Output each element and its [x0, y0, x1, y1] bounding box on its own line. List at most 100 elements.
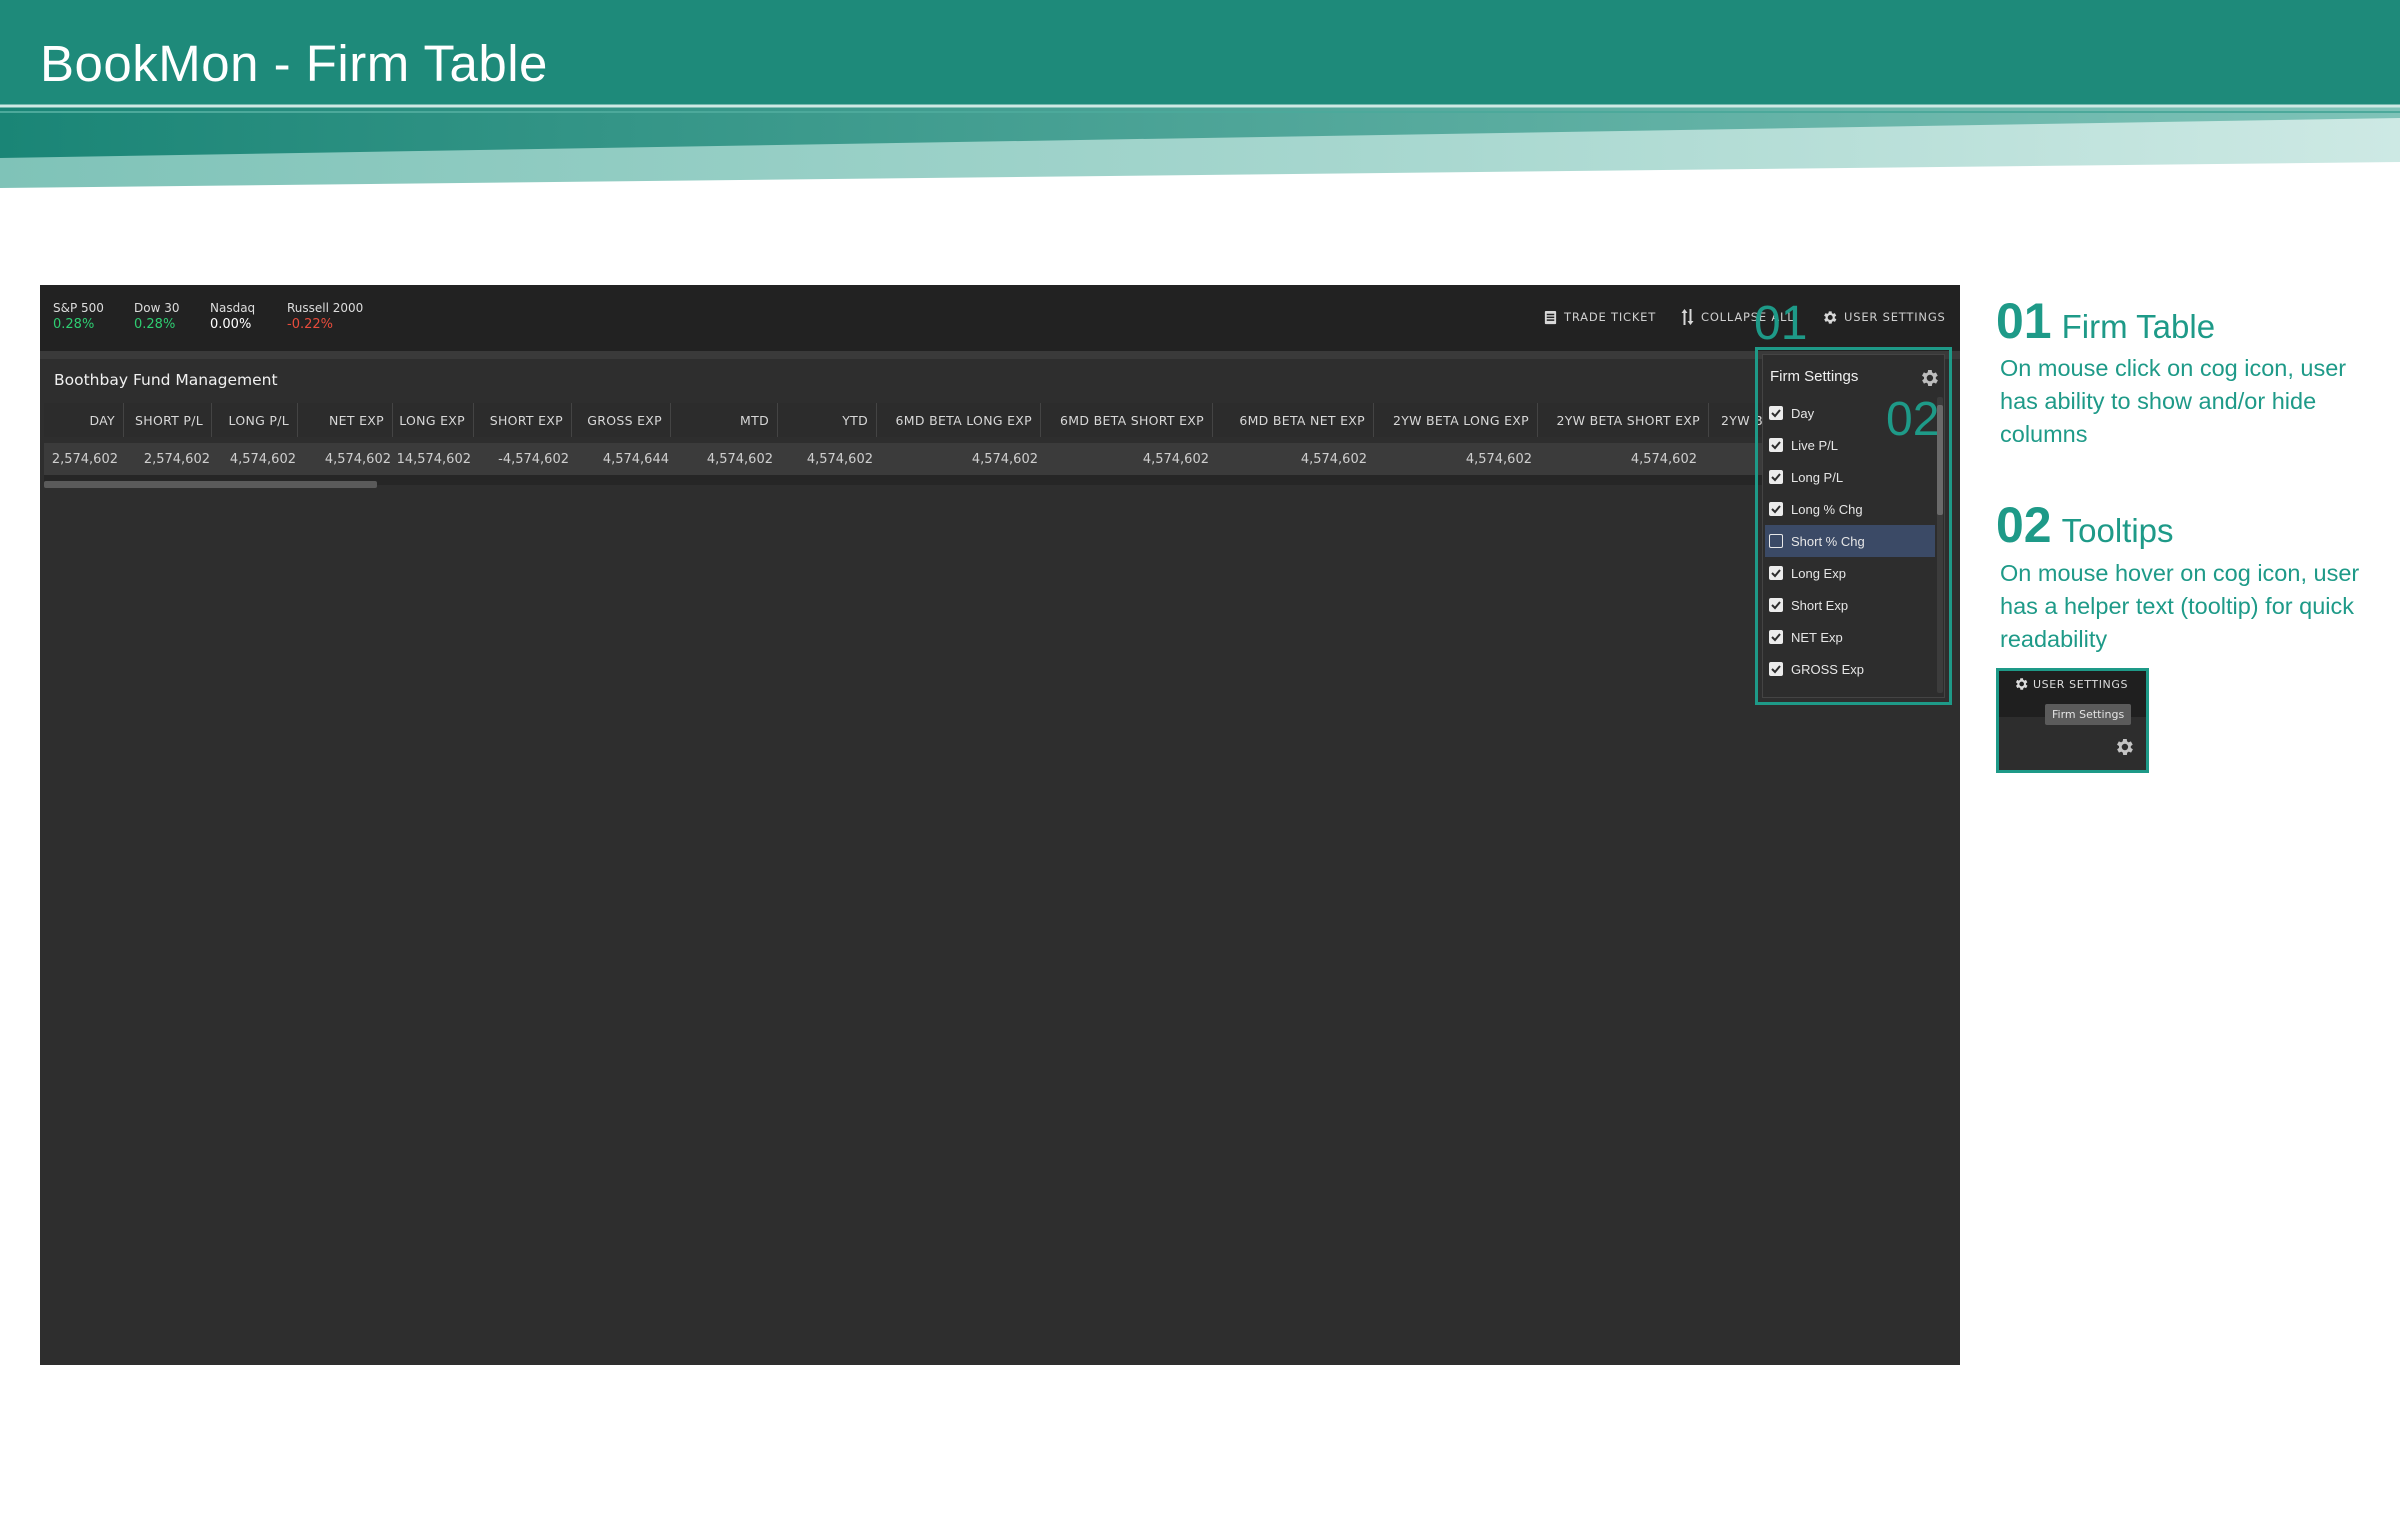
fund-name: Boothbay Fund Management	[54, 371, 278, 389]
column-toggle-net-exp[interactable]: NET Exp	[1765, 621, 1935, 653]
column-header[interactable]: 6MD BETA LONG EXP	[877, 403, 1041, 437]
market-toolbar: S&P 500 0.28% Dow 30 0.28% Nasdaq 0.00% …	[40, 285, 1960, 351]
check-icon	[1771, 473, 1781, 482]
checkbox[interactable]	[1769, 566, 1783, 580]
ticker-nasdaq: Nasdaq 0.00%	[210, 300, 255, 334]
app-window: S&P 500 0.28% Dow 30 0.28% Nasdaq 0.00% …	[40, 285, 1960, 1365]
page-title: BookMon - Firm Table	[40, 35, 548, 92]
table-cell: -4,574,602	[498, 451, 569, 467]
toolbar-divider	[40, 351, 1960, 359]
column-toggle-short-exp[interactable]: Short Exp	[1765, 589, 1935, 621]
note-title: Tooltips	[2061, 512, 2174, 549]
horizontal-scrollbar[interactable]	[44, 481, 377, 488]
note-body-01: On mouse click on cog icon, user has abi…	[2000, 355, 2347, 447]
ticker-name: Russell 2000	[287, 301, 364, 315]
page: BookMon - Firm Table S&P 500 0.28% Dow 3…	[0, 0, 2400, 1536]
column-header[interactable]: 2YW BETA LONG EXP	[1374, 403, 1538, 437]
toggle-label: Live P/L	[1791, 437, 1838, 453]
callout-01: 01	[1754, 297, 1808, 350]
check-icon	[1771, 505, 1781, 514]
column-toggle-long-pct-chg[interactable]: Long % Chg	[1765, 493, 1935, 525]
ticker-russell2000: Russell 2000 -0.22%	[287, 300, 363, 334]
table-cell: 4,574,602	[324, 451, 391, 467]
checkbox[interactable]	[1769, 598, 1783, 612]
toggle-label: Long % Chg	[1791, 501, 1863, 517]
toggle-label: Long Exp	[1791, 565, 1846, 581]
table-header: DAY SHORT P/L LONG P/L NET EXP LONG EXP …	[44, 403, 1789, 437]
collapse-icon	[1681, 309, 1694, 325]
checkbox[interactable]	[1769, 438, 1783, 452]
trade-ticket-button[interactable]: TRADE TICKET	[1543, 307, 1656, 327]
ticker-dow30: Dow 30 0.28%	[134, 300, 179, 334]
trade-ticket-label: TRADE TICKET	[1564, 310, 1657, 324]
table-cell: 4,574,602	[229, 451, 296, 467]
checkbox[interactable]	[1769, 406, 1783, 420]
checkbox[interactable]	[1769, 502, 1783, 516]
table-cell: 4,574,602	[971, 451, 1038, 467]
ticker-name: Dow 30	[134, 301, 180, 315]
ticker-value: 0.28%	[134, 317, 176, 332]
toggle-label: Short Exp	[1791, 597, 1849, 613]
table-cell: 4,574,644	[602, 451, 669, 467]
toggle-label: Day	[1791, 405, 1815, 421]
table-cell: 2,574,602	[143, 451, 210, 467]
note-heading-02: 02 Tooltips	[1996, 496, 2174, 554]
ticker-value: 0.28%	[53, 317, 95, 332]
checkbox[interactable]	[1769, 630, 1783, 644]
toggle-label: Short % Chg	[1791, 533, 1865, 549]
column-header[interactable]: 6MD BETA SHORT EXP	[1041, 403, 1213, 437]
column-header[interactable]: SHORT EXP	[474, 403, 572, 437]
note-title: Firm Table	[2061, 308, 2216, 345]
column-header[interactable]: YTD	[778, 403, 877, 437]
column-header[interactable]: GROSS EXP	[572, 403, 671, 437]
check-icon	[1771, 569, 1781, 578]
ticker-value: 0.00%	[210, 317, 252, 332]
checkbox[interactable]	[1769, 470, 1783, 484]
user-settings-label: USER SETTINGS	[2033, 677, 2129, 691]
firm-settings-title: Firm Settings	[1770, 368, 1859, 385]
ticket-icon	[1544, 310, 1557, 324]
note-number: 01	[1996, 293, 2052, 349]
toggle-label: NET Exp	[1791, 629, 1843, 645]
note-body-02: On mouse hover on cog icon, user has a h…	[2000, 560, 2360, 652]
column-toggle-short-pct-chg[interactable]: Short % Chg	[1765, 525, 1935, 557]
toggle-label: Long P/L	[1791, 469, 1844, 485]
ticker-sp500: S&P 500 0.28%	[53, 300, 104, 334]
column-toggle-long-exp[interactable]: Long Exp	[1765, 557, 1935, 589]
table-row[interactable]: 2,574,602 2,574,602 4,574,602 4,574,602 …	[44, 443, 1789, 475]
tooltip-preview: USER SETTINGS Firm Settings	[1996, 668, 2149, 773]
table-cell: 4,574,602	[1465, 451, 1532, 467]
checkbox[interactable]	[1769, 534, 1783, 548]
column-header[interactable]: DAY	[44, 403, 124, 437]
ticker-name: Nasdaq	[210, 301, 256, 315]
column-header[interactable]: SHORT P/L	[124, 403, 212, 437]
table-cell: 4,574,602	[706, 451, 773, 467]
callout-02: 02	[1886, 393, 1940, 446]
column-header[interactable]: MTD	[671, 403, 778, 437]
note-heading-01: 01 Firm Table	[1996, 292, 2215, 350]
gear-icon[interactable]	[1918, 367, 1940, 389]
toggle-label: GROSS Exp	[1791, 661, 1864, 677]
ticker-value: -0.22%	[287, 317, 333, 332]
column-toggle-gross-exp[interactable]: GROSS Exp	[1765, 653, 1935, 685]
table-cell: 14,574,602	[396, 451, 471, 467]
note-number: 02	[1996, 497, 2052, 553]
user-settings-button[interactable]: USER SETTINGS	[2013, 676, 2128, 692]
column-header[interactable]: LONG EXP	[393, 403, 474, 437]
user-settings-button[interactable]: USER SETTINGS	[1821, 307, 1946, 327]
check-icon	[1771, 665, 1781, 674]
check-icon	[1771, 633, 1781, 642]
gear-icon	[1824, 310, 1837, 324]
table-cell: 4,574,602	[1142, 451, 1209, 467]
ticker-name: S&P 500	[53, 301, 104, 315]
table-cell: 2,574,602	[51, 451, 118, 467]
column-header[interactable]: NET EXP	[298, 403, 393, 437]
column-toggle-long-pl[interactable]: Long P/L	[1765, 461, 1935, 493]
column-header[interactable]: 6MD BETA NET EXP	[1213, 403, 1374, 437]
column-header[interactable]: 2YW BETA SHORT EXP	[1538, 403, 1709, 437]
checkbox[interactable]	[1769, 662, 1783, 676]
table-cell: 4,574,602	[1630, 451, 1697, 467]
column-header[interactable]: LONG P/L	[212, 403, 298, 437]
tooltip: Firm Settings	[2045, 704, 2132, 725]
gear-icon[interactable]	[2113, 736, 2135, 758]
